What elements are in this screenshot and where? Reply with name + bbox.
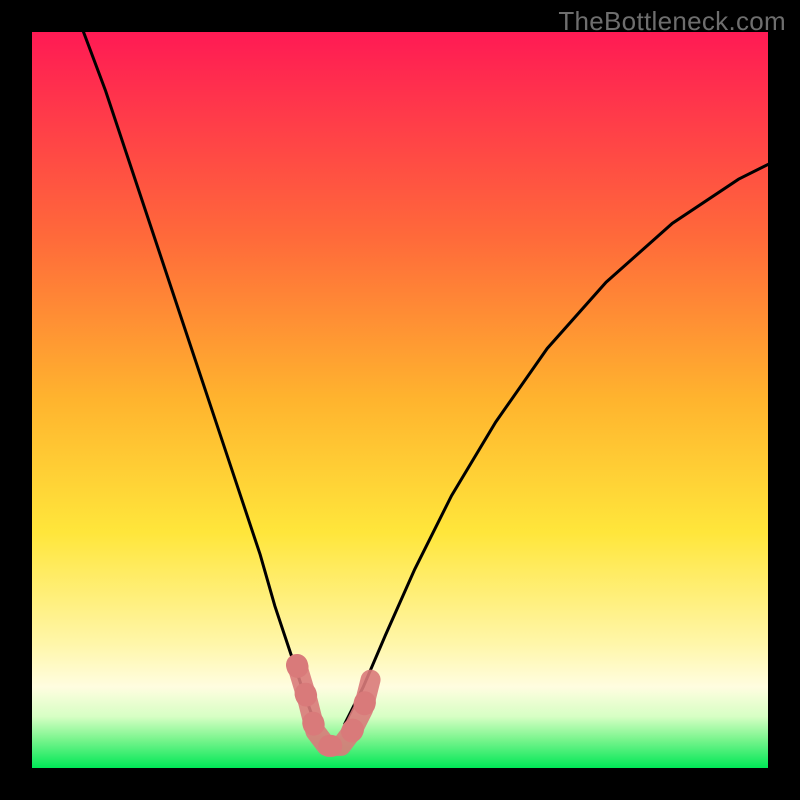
chart-plot-area [32,32,768,768]
chart-frame: TheBottleneck.com [0,0,800,800]
gradient-background [32,32,768,768]
chart-svg [32,32,768,768]
watermark-text: TheBottleneck.com [558,6,786,37]
